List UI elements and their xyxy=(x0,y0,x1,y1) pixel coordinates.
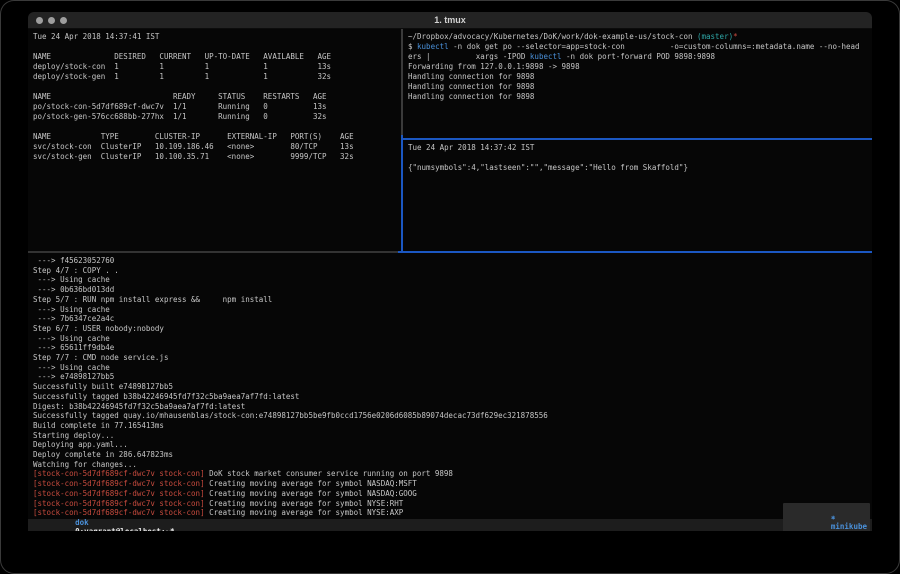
terminal-line xyxy=(33,42,401,52)
screenshot-frame: 1. tmux Tue 24 Apr 2018 14:37:41 IST NAME… xyxy=(0,0,900,574)
terminal-line: po/stock-con-5d7df689cf-dwc7v 1/1 Runnin… xyxy=(33,102,401,112)
terminal-line: [stock-con-5d7df689cf-dwc7v stock-con] D… xyxy=(33,469,872,479)
terminal-line: ---> 65611ff9db4e xyxy=(33,343,872,353)
window-tab[interactable]: 0:vagrant@localhost:~* xyxy=(75,527,174,532)
terminal-line: Step 7/7 : CMD node service.js xyxy=(33,353,872,363)
terminal-line: Handling connection for 9898 xyxy=(408,72,872,82)
pane-kubectl-watch[interactable]: Tue 24 Apr 2018 14:37:41 IST NAME DESIRED… xyxy=(28,29,401,251)
terminal-line: Tue 24 Apr 2018 14:37:42 IST xyxy=(408,143,872,153)
top-pane-region: Tue 24 Apr 2018 14:37:41 IST NAME DESIRED… xyxy=(28,29,872,251)
terminal-line: ---> e74898127bb5 xyxy=(33,372,872,382)
window-title: 1. tmux xyxy=(28,12,872,28)
terminal-line: ---> Using cache xyxy=(33,275,872,285)
terminal-line: Watching for changes... xyxy=(33,460,872,470)
terminal-window: 1. tmux Tue 24 Apr 2018 14:37:41 IST NAME… xyxy=(28,12,872,531)
terminal-line: {"numsymbols":4,"lastseen":"","message":… xyxy=(408,163,872,173)
terminal-line: Deploying app.yaml... xyxy=(33,440,872,450)
terminal-line xyxy=(33,82,401,92)
terminal-line: Step 4/7 : COPY . . xyxy=(33,266,872,276)
tmux-terminal: Tue 24 Apr 2018 14:37:41 IST NAME DESIRED… xyxy=(28,29,872,531)
terminal-line: Successfully tagged b38b42246945fd7f32c5… xyxy=(33,392,872,402)
terminal-line: svc/stock-con ClusterIP 10.109.186.46 <n… xyxy=(33,142,401,152)
terminal-line: [stock-con-5d7df689cf-dwc7v stock-con] C… xyxy=(33,499,872,509)
terminal-line: [stock-con-5d7df689cf-dwc7v stock-con] C… xyxy=(33,489,872,499)
terminal-line: $ kubectl -n dok get po --selector=app=s… xyxy=(408,42,872,52)
status-bar-right: ⎈ minikube :default xyxy=(783,503,870,531)
terminal-line: ---> 7b6347ce2a4c xyxy=(33,314,872,324)
terminal-line: ---> Using cache xyxy=(33,305,872,315)
pane-skaffold-log[interactable]: ---> f45623052760Step 4/7 : COPY . . ---… xyxy=(28,253,872,519)
terminal-line: Handling connection for 9898 xyxy=(408,82,872,92)
terminal-line: ---> Using cache xyxy=(33,334,872,344)
tmux-status-bar: dok 0:vagrant@localhost:~* ⎈ minikube :d… xyxy=(28,519,872,531)
terminal-line: NAME READY STATUS RESTARTS AGE xyxy=(33,92,401,102)
terminal-line: Handling connection for 9898 xyxy=(408,92,872,102)
terminal-line: ers | xargs -IPOD kubectl -n dok port-fo… xyxy=(408,52,872,62)
terminal-line: Tue 24 Apr 2018 14:37:41 IST xyxy=(33,32,401,42)
status-bar-left: dok 0:vagrant@localhost:~* xyxy=(30,509,175,532)
terminal-line: po/stock-gen-576cc688bb-277hx 1/1 Runnin… xyxy=(33,112,401,122)
terminal-line: deploy/stock-con 1 1 1 1 13s xyxy=(33,62,401,72)
terminal-line xyxy=(408,153,872,163)
right-pane-column: ~/Dropbox/advocacy/Kubernetes/DoK/work/d… xyxy=(403,29,872,251)
session-name: dok xyxy=(75,518,93,527)
terminal-line: svc/stock-gen ClusterIP 10.100.35.71 <no… xyxy=(33,152,401,162)
terminal-line: Deploy complete in 286.647823ms xyxy=(33,450,872,460)
pane-curl-output[interactable]: Tue 24 Apr 2018 14:37:42 IST {"numsymbols… xyxy=(403,140,872,251)
window-titlebar: 1. tmux xyxy=(28,12,872,29)
terminal-line: Starting deploy... xyxy=(33,431,872,441)
terminal-line: deploy/stock-gen 1 1 1 1 32s xyxy=(33,72,401,82)
terminal-line: Successfully built e74898127bb5 xyxy=(33,382,872,392)
terminal-line: Digest: b38b42246945fd7f32c5ba9aea7af7fd… xyxy=(33,402,872,412)
terminal-line: NAME TYPE CLUSTER-IP EXTERNAL-IP PORT(S)… xyxy=(33,132,401,142)
terminal-line: Forwarding from 127.0.0.1:9898 -> 9898 xyxy=(408,62,872,72)
terminal-line: ~/Dropbox/advocacy/Kubernetes/DoK/work/d… xyxy=(408,32,872,42)
terminal-line: NAME DESIRED CURRENT UP-TO-DATE AVAILABL… xyxy=(33,52,401,62)
terminal-line: [stock-con-5d7df689cf-dwc7v stock-con] C… xyxy=(33,479,872,489)
pane-port-forward[interactable]: ~/Dropbox/advocacy/Kubernetes/DoK/work/d… xyxy=(403,29,872,138)
kube-context-label: minikube xyxy=(831,522,867,531)
terminal-line: Successfully tagged quay.io/mhausenblas/… xyxy=(33,411,872,421)
terminal-line: ---> 0b636bd013dd xyxy=(33,285,872,295)
terminal-line: Build complete in 77.165413ms xyxy=(33,421,872,431)
kubernetes-helm-icon: ⎈ xyxy=(831,513,840,522)
terminal-line: Step 5/7 : RUN npm install express && np… xyxy=(33,295,872,305)
terminal-line: Step 6/7 : USER nobody:nobody xyxy=(33,324,872,334)
terminal-line xyxy=(33,122,401,132)
terminal-line: ---> f45623052760 xyxy=(33,256,872,266)
terminal-line: ---> Using cache xyxy=(33,363,872,373)
